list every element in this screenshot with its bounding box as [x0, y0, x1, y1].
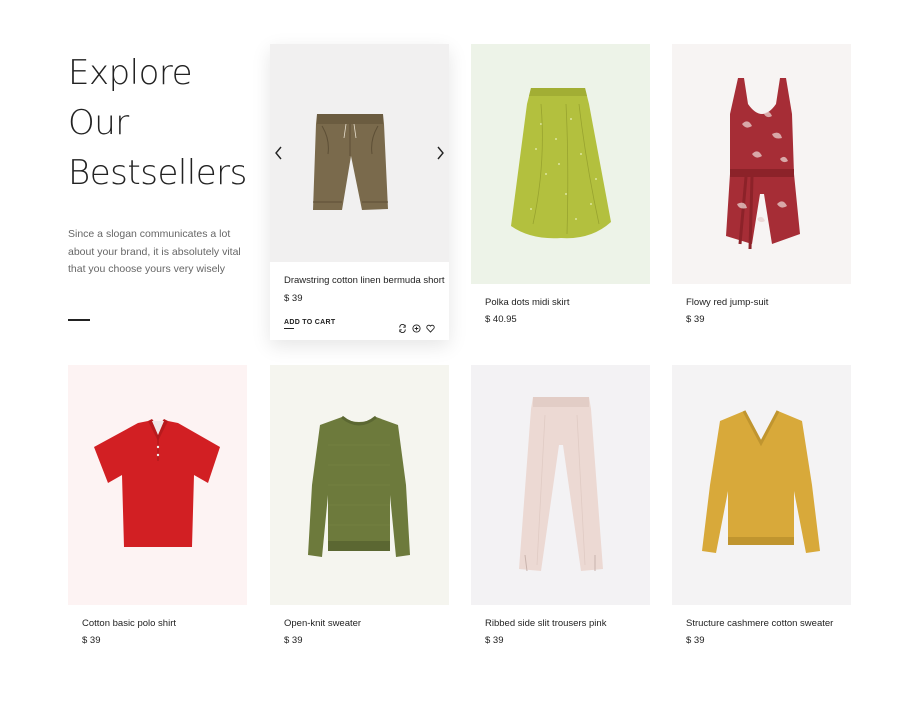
card-action-icons: [398, 320, 435, 333]
product-name[interactable]: Ribbed side slit trousers pink: [485, 618, 650, 629]
decorative-dash: [68, 319, 90, 321]
product-name[interactable]: Open-knit sweater: [284, 618, 449, 629]
skirt-illustration: [511, 88, 611, 239]
trousers-illustration: [519, 397, 603, 572]
quick-view-icon[interactable]: [412, 320, 421, 333]
cashmere-sweater-illustration: [702, 410, 820, 553]
jumpsuit-illustration: [726, 78, 800, 250]
product-name[interactable]: Cotton basic polo shirt: [82, 618, 247, 629]
product-name[interactable]: Drawstring cotton linen bermuda short: [284, 275, 449, 286]
product-card[interactable]: Ribbed side slit trousers pink $ 39: [471, 365, 650, 646]
next-arrow-icon[interactable]: [435, 146, 445, 160]
product-name[interactable]: Flowy red jump-suit: [686, 297, 851, 308]
product-image[interactable]: [471, 44, 650, 284]
product-price: $ 40.95: [485, 314, 517, 325]
product-price: $ 39: [686, 635, 705, 646]
product-card[interactable]: Structure cashmere cotton sweater $ 39: [672, 365, 851, 646]
product-image[interactable]: [68, 365, 247, 605]
polo-shirt-illustration: [94, 419, 220, 547]
prev-arrow-icon[interactable]: [274, 146, 284, 160]
product-card[interactable]: Cotton basic polo shirt $ 39: [68, 365, 247, 646]
intro-description: Since a slogan communicates a lot about …: [68, 228, 241, 275]
product-price: $ 39: [82, 635, 101, 646]
product-image[interactable]: [471, 365, 650, 605]
title-line: Our: [68, 103, 129, 143]
product-name[interactable]: Polka dots midi skirt: [485, 297, 650, 308]
product-image[interactable]: [270, 44, 449, 262]
product-image[interactable]: [270, 365, 449, 605]
add-to-cart-button[interactable]: ADD TO CART: [284, 319, 335, 329]
intro-section: Explore Our Bestsellers Since a slogan c…: [68, 48, 258, 321]
product-price: $ 39: [686, 314, 705, 325]
product-name[interactable]: Structure cashmere cotton sweater: [686, 618, 851, 629]
product-image[interactable]: [672, 365, 851, 605]
wishlist-heart-icon[interactable]: [426, 320, 435, 333]
product-price: $ 39: [284, 293, 303, 304]
title-line: Explore: [68, 53, 193, 93]
product-card[interactable]: Open-knit sweater $ 39: [270, 365, 449, 646]
shorts-illustration: [313, 114, 388, 210]
title-line: Bestsellers: [68, 153, 247, 193]
knit-sweater-illustration: [308, 415, 410, 557]
cart-actions: ADD TO CART: [284, 316, 435, 333]
product-card[interactable]: Polka dots midi skirt $ 40.95: [471, 44, 650, 325]
product-price: $ 39: [485, 635, 504, 646]
compare-icon[interactable]: [398, 320, 407, 333]
product-image[interactable]: [672, 44, 851, 284]
product-card-featured[interactable]: Drawstring cotton linen bermuda short $ …: [270, 44, 449, 340]
product-price: $ 39: [284, 635, 303, 646]
product-card[interactable]: Flowy red jump-suit $ 39: [672, 44, 851, 325]
page-title: Explore Our Bestsellers: [68, 48, 258, 198]
